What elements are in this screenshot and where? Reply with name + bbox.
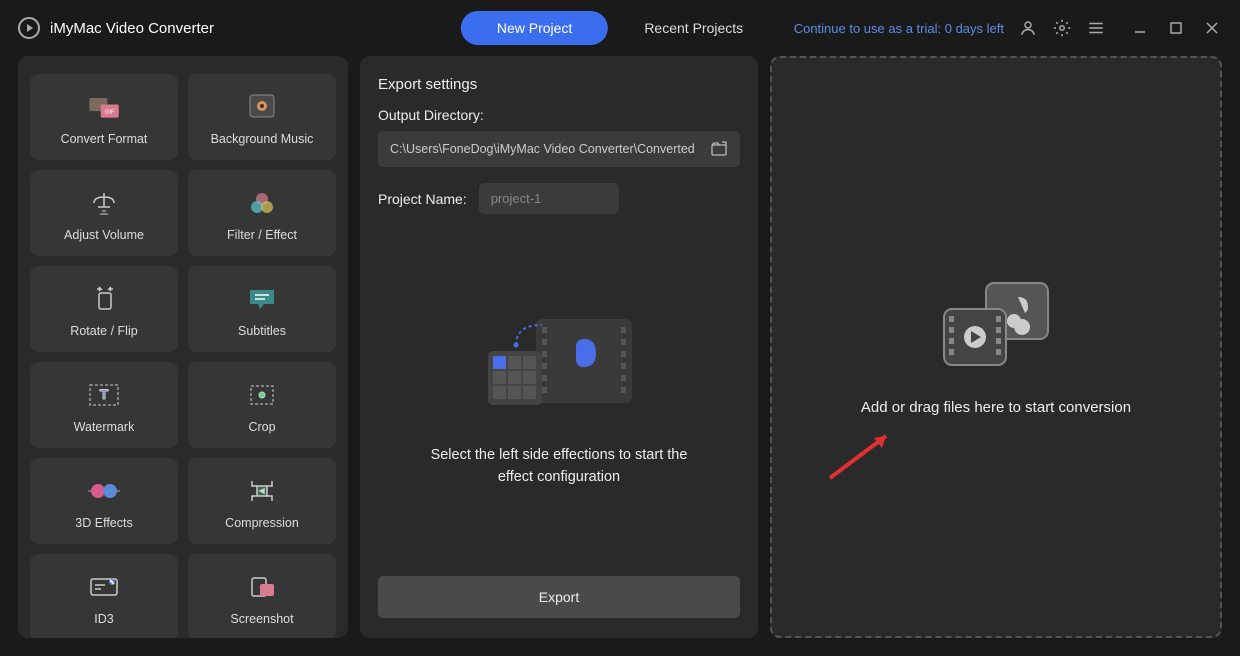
- maximize-icon[interactable]: [1166, 18, 1186, 38]
- tool-label: Adjust Volume: [64, 228, 144, 242]
- project-name-label: Project Name:: [378, 191, 467, 207]
- tool-label: 3D Effects: [75, 516, 132, 530]
- svg-text:GIF: GIF: [105, 110, 115, 116]
- output-dir-label: Output Directory:: [378, 107, 740, 123]
- trial-status[interactable]: Continue to use as a trial: 0 days left: [794, 21, 1004, 36]
- filter-icon: [244, 188, 280, 218]
- folder-open-icon[interactable]: [710, 141, 728, 157]
- menu-icon[interactable]: [1086, 18, 1106, 38]
- tools-sidebar: GIF Convert Format Background Music Adju…: [18, 56, 348, 638]
- account-icon[interactable]: [1018, 18, 1038, 38]
- music-icon: [244, 92, 280, 122]
- dropzone-illustration: [936, 279, 1056, 369]
- output-dir-field[interactable]: C:\Users\FoneDog\iMyMac Video Converter\…: [378, 131, 740, 167]
- tool-label: Filter / Effect: [227, 228, 297, 242]
- export-button[interactable]: Export: [378, 576, 740, 618]
- tool-label: Watermark: [74, 420, 135, 434]
- tool-crop[interactable]: Crop: [188, 362, 336, 448]
- rotate-icon: [86, 284, 122, 314]
- dropzone-text: Add or drag files here to start conversi…: [861, 399, 1131, 416]
- convert-format-icon: GIF: [86, 92, 122, 122]
- effects-illustration: [474, 301, 644, 421]
- export-title: Export settings: [378, 76, 740, 93]
- 3d-icon: [86, 476, 122, 506]
- tool-label: Compression: [225, 516, 299, 530]
- tool-convert-format[interactable]: GIF Convert Format: [30, 74, 178, 160]
- svg-text:T: T: [100, 386, 109, 402]
- export-panel: Export settings Output Directory: C:\Use…: [360, 56, 758, 638]
- tool-label: Screenshot: [230, 612, 293, 626]
- tool-label: ID3: [94, 612, 113, 626]
- annotation-arrow: [822, 426, 902, 486]
- minimize-icon[interactable]: [1130, 18, 1150, 38]
- compression-icon: [244, 476, 280, 506]
- tab-new-project[interactable]: New Project: [461, 11, 608, 45]
- tool-compression[interactable]: Compression: [188, 458, 336, 544]
- tool-label: Subtitles: [238, 324, 286, 338]
- tool-3d-effects[interactable]: 3D Effects: [30, 458, 178, 544]
- subtitles-icon: [244, 284, 280, 314]
- tool-rotate-flip[interactable]: Rotate / Flip: [30, 266, 178, 352]
- tool-label: Crop: [248, 420, 275, 434]
- output-dir-value: C:\Users\FoneDog\iMyMac Video Converter\…: [390, 142, 695, 156]
- app-logo: iMyMac Video Converter: [18, 17, 214, 39]
- file-dropzone[interactable]: Add or drag files here to start conversi…: [770, 56, 1222, 638]
- app-title: iMyMac Video Converter: [50, 20, 214, 37]
- effects-hint: Select the left side effections to start…: [419, 445, 699, 489]
- tool-label: Background Music: [211, 132, 314, 146]
- tool-subtitles[interactable]: Subtitles: [188, 266, 336, 352]
- tool-label: Rotate / Flip: [70, 324, 137, 338]
- tool-background-music[interactable]: Background Music: [188, 74, 336, 160]
- tab-recent-projects[interactable]: Recent Projects: [608, 11, 779, 45]
- logo-icon: [18, 17, 40, 39]
- tool-label: Convert Format: [61, 132, 148, 146]
- tool-adjust-volume[interactable]: Adjust Volume: [30, 170, 178, 256]
- tool-screenshot[interactable]: Screenshot: [188, 554, 336, 638]
- tool-id3[interactable]: ID3: [30, 554, 178, 638]
- settings-icon[interactable]: [1052, 18, 1072, 38]
- id3-icon: [86, 572, 122, 602]
- watermark-icon: T: [86, 380, 122, 410]
- tool-filter-effect[interactable]: Filter / Effect: [188, 170, 336, 256]
- project-name-input[interactable]: [479, 183, 619, 214]
- screenshot-icon: [244, 572, 280, 602]
- volume-icon: [86, 188, 122, 218]
- close-icon[interactable]: [1202, 18, 1222, 38]
- crop-icon: [244, 380, 280, 410]
- tool-watermark[interactable]: T Watermark: [30, 362, 178, 448]
